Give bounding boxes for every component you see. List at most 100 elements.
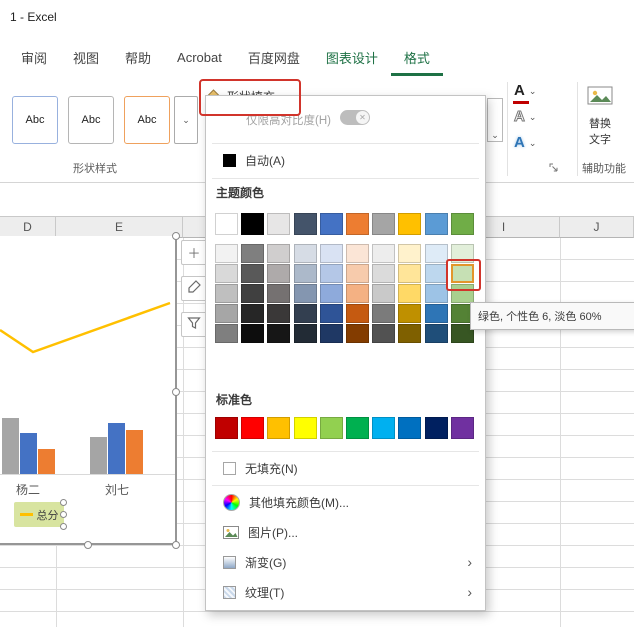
color-swatch[interactable] xyxy=(267,304,291,323)
color-swatch[interactable] xyxy=(424,264,448,283)
color-swatch[interactable] xyxy=(398,264,422,283)
color-swatch[interactable] xyxy=(345,284,369,303)
color-swatch[interactable] xyxy=(293,417,317,439)
tab-baidu-netdisk[interactable]: 百度网盘 xyxy=(235,42,313,76)
menu-item-picture[interactable]: 图片(P)... xyxy=(207,520,484,544)
color-swatch[interactable] xyxy=(319,244,343,263)
chart-legend[interactable]: 总分 xyxy=(14,502,64,527)
color-swatch[interactable] xyxy=(345,264,369,283)
column-header-d[interactable]: D xyxy=(0,216,56,238)
color-swatch[interactable] xyxy=(293,213,317,235)
selection-handle[interactable] xyxy=(60,499,67,506)
color-swatch[interactable] xyxy=(450,213,474,235)
tab-acrobat[interactable]: Acrobat xyxy=(164,42,235,76)
color-swatch[interactable] xyxy=(293,264,317,283)
color-swatch[interactable] xyxy=(372,213,396,235)
color-swatch[interactable] xyxy=(372,417,396,439)
column-header-e[interactable]: E xyxy=(56,216,183,238)
selection-handle[interactable] xyxy=(84,541,92,549)
column-header-j[interactable]: J xyxy=(560,216,634,238)
color-swatch[interactable] xyxy=(424,304,448,323)
color-swatch[interactable] xyxy=(345,417,369,439)
shape-style-gallery-more-button[interactable]: ⌄ xyxy=(174,96,198,144)
color-swatch[interactable] xyxy=(293,324,317,343)
color-swatch[interactable] xyxy=(241,264,265,283)
color-swatch[interactable] xyxy=(215,304,238,323)
chart-area[interactable]: 杨二 刘七 总分 xyxy=(0,236,177,545)
tab-view[interactable]: 视图 xyxy=(60,42,112,76)
color-swatch[interactable] xyxy=(215,244,238,263)
selection-handle[interactable] xyxy=(60,523,67,530)
color-swatch[interactable] xyxy=(398,284,422,303)
color-swatch[interactable] xyxy=(424,213,448,235)
selection-handle[interactable] xyxy=(60,511,67,518)
chart-style-button[interactable] xyxy=(181,276,207,301)
color-swatch[interactable] xyxy=(398,213,422,235)
color-swatch[interactable] xyxy=(450,417,474,439)
color-swatch[interactable] xyxy=(424,284,448,303)
color-swatch[interactable] xyxy=(372,324,396,343)
color-swatch[interactable] xyxy=(372,304,396,323)
color-swatch[interactable] xyxy=(319,324,343,343)
color-swatch[interactable] xyxy=(293,244,317,263)
color-swatch[interactable] xyxy=(345,324,369,343)
menu-item-more-fill-colors[interactable]: 其他填充颜色(M)... xyxy=(207,490,484,514)
color-swatch[interactable] xyxy=(241,417,265,439)
color-swatch[interactable] xyxy=(398,417,422,439)
color-swatch[interactable] xyxy=(424,244,448,263)
color-swatch[interactable] xyxy=(267,264,291,283)
color-swatch[interactable] xyxy=(372,284,396,303)
color-swatch[interactable] xyxy=(293,284,317,303)
color-swatch[interactable] xyxy=(319,284,343,303)
color-swatch[interactable] xyxy=(215,213,238,235)
color-swatch[interactable] xyxy=(345,244,369,263)
chart-elements-button[interactable]: ＋ xyxy=(181,240,207,265)
color-swatch[interactable] xyxy=(345,213,369,235)
shape-style-preset-3[interactable]: Abc xyxy=(124,96,170,144)
tab-review[interactable]: 审阅 xyxy=(8,42,60,76)
color-swatch[interactable] xyxy=(398,304,422,323)
color-swatch[interactable] xyxy=(241,284,265,303)
tab-format[interactable]: 格式 xyxy=(390,42,443,76)
color-swatch[interactable] xyxy=(450,244,474,263)
color-swatch[interactable] xyxy=(424,324,448,343)
color-swatch[interactable] xyxy=(293,304,317,323)
color-swatch[interactable] xyxy=(241,244,265,263)
color-swatch[interactable] xyxy=(267,213,291,235)
color-swatch[interactable] xyxy=(424,417,448,439)
color-swatch[interactable] xyxy=(319,417,343,439)
dialog-launcher-icon[interactable] xyxy=(549,160,559,178)
color-swatch[interactable] xyxy=(215,284,238,303)
selection-handle[interactable] xyxy=(172,388,180,396)
menu-item-gradient[interactable]: 渐变(G) › xyxy=(207,550,484,574)
text-fill-button[interactable]: A ⌄ xyxy=(514,83,536,98)
color-swatch[interactable] xyxy=(319,304,343,323)
chart-filter-button[interactable] xyxy=(181,312,207,337)
menu-item-automatic[interactable]: 自动(A) xyxy=(207,148,484,172)
color-swatch[interactable] xyxy=(345,304,369,323)
selection-handle[interactable] xyxy=(172,232,180,240)
color-swatch[interactable] xyxy=(398,244,422,263)
shape-style-preset-2[interactable]: Abc xyxy=(68,96,114,144)
color-swatch[interactable] xyxy=(319,213,343,235)
color-swatch[interactable] xyxy=(267,324,291,343)
color-swatch[interactable] xyxy=(267,284,291,303)
tab-chart-design[interactable]: 图表设计 xyxy=(313,42,391,76)
color-swatch[interactable] xyxy=(319,264,343,283)
color-swatch[interactable] xyxy=(372,244,396,263)
color-swatch[interactable] xyxy=(241,213,265,235)
color-swatch[interactable] xyxy=(215,264,238,283)
tab-help[interactable]: 帮助 xyxy=(112,42,164,76)
color-swatch[interactable] xyxy=(372,264,396,283)
color-swatch[interactable] xyxy=(450,264,474,283)
shape-style-preset-1[interactable]: Abc xyxy=(12,96,58,144)
menu-item-no-fill[interactable]: 无填充(N) xyxy=(207,456,484,480)
alt-text-button[interactable]: 替换 文字 xyxy=(578,86,622,147)
color-swatch[interactable] xyxy=(267,417,291,439)
high-contrast-toggle[interactable]: ✕ xyxy=(340,110,370,125)
selection-handle[interactable] xyxy=(172,541,180,549)
color-swatch[interactable] xyxy=(215,417,238,439)
color-swatch[interactable] xyxy=(450,284,474,303)
color-swatch[interactable] xyxy=(267,244,291,263)
color-swatch[interactable] xyxy=(241,324,265,343)
